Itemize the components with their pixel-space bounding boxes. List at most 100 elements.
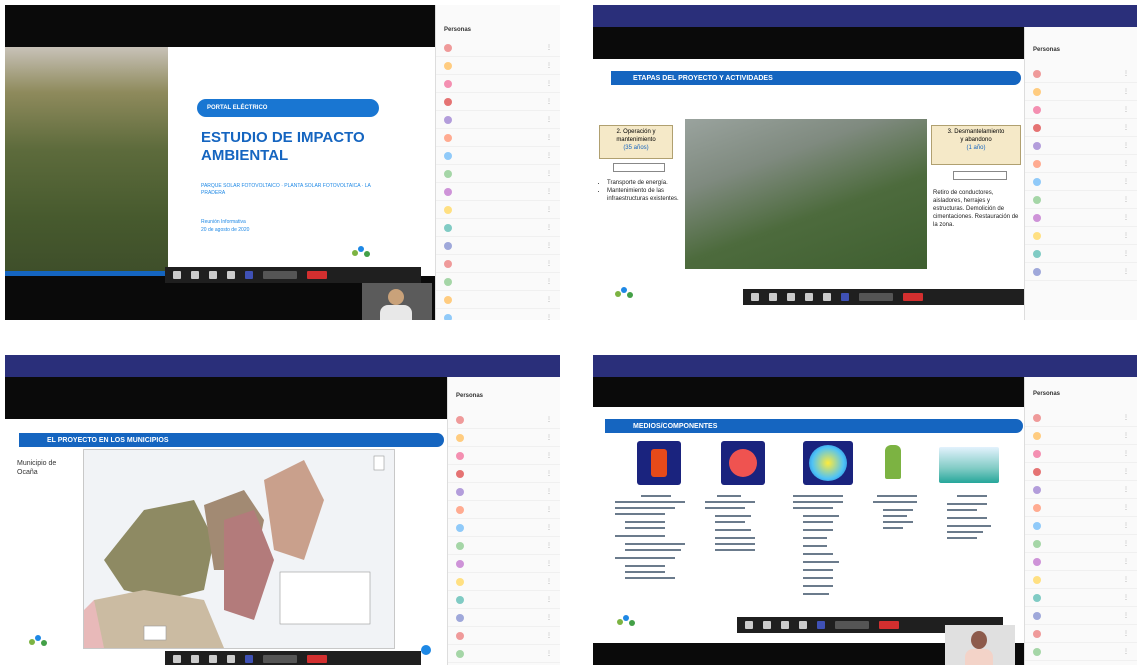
participant-row[interactable]: ⋮ — [1025, 209, 1137, 227]
participant-row[interactable]: ⋮ — [436, 111, 560, 129]
hang-up-button[interactable] — [307, 271, 327, 279]
more-options-icon[interactable]: ⋮ — [546, 650, 552, 657]
more-options-icon[interactable]: ⋮ — [1123, 414, 1129, 421]
more-options-icon[interactable]: ⋮ — [546, 470, 552, 477]
participant-row[interactable]: ⋮ — [448, 447, 560, 465]
more-options-icon[interactable]: ⋮ — [1123, 70, 1129, 77]
more-options-icon[interactable]: ⋮ — [546, 134, 552, 141]
hang-up-button[interactable] — [903, 293, 923, 301]
reactions-icon[interactable] — [805, 293, 813, 301]
hang-up-button[interactable] — [879, 621, 899, 629]
more-options-icon[interactable]: ⋮ — [1123, 522, 1129, 529]
more-options-icon[interactable]: ⋮ — [1123, 142, 1129, 149]
participant-row[interactable]: ⋮ — [436, 291, 560, 309]
participant-row[interactable]: ⋮ — [448, 465, 560, 483]
more-options-icon[interactable]: ⋮ — [546, 596, 552, 603]
participant-row[interactable]: ⋮ — [1025, 571, 1137, 589]
participant-row[interactable]: ⋮ — [436, 309, 560, 320]
participant-row[interactable]: ⋮ — [448, 609, 560, 627]
more-options-icon[interactable]: ⋮ — [1123, 540, 1129, 547]
more-options-icon[interactable]: ⋮ — [546, 98, 552, 105]
more-options-icon[interactable]: ⋮ — [1123, 504, 1129, 511]
more-options-icon[interactable]: ⋮ — [546, 170, 552, 177]
mic-icon[interactable] — [769, 293, 777, 301]
more-options-icon[interactable]: ⋮ — [1123, 88, 1129, 95]
participant-row[interactable]: ⋮ — [436, 75, 560, 93]
mic-icon[interactable] — [763, 621, 771, 629]
hang-up-button[interactable] — [307, 655, 327, 663]
participant-row[interactable]: ⋮ — [1025, 263, 1137, 281]
more-options-icon[interactable]: ⋮ — [546, 578, 552, 585]
leave-options-button[interactable] — [263, 655, 297, 663]
info-icon[interactable] — [421, 645, 431, 655]
participant-row[interactable]: ⋮ — [436, 129, 560, 147]
more-options-icon[interactable]: ⋮ — [546, 188, 552, 195]
more-options-icon[interactable]: ⋮ — [546, 80, 552, 87]
camera-icon[interactable] — [173, 271, 181, 279]
more-options-icon[interactable]: ⋮ — [546, 206, 552, 213]
mic-icon[interactable] — [191, 271, 199, 279]
more-options-icon[interactable]: ⋮ — [546, 452, 552, 459]
participant-row[interactable]: ⋮ — [1025, 553, 1137, 571]
participant-row[interactable]: ⋮ — [448, 591, 560, 609]
camera-icon[interactable] — [751, 293, 759, 301]
participant-row[interactable]: ⋮ — [448, 537, 560, 555]
leave-options-button[interactable] — [859, 293, 893, 301]
more-options-icon[interactable]: ⋮ — [546, 434, 552, 441]
participant-row[interactable]: ⋮ — [448, 519, 560, 537]
more-options-icon[interactable]: ⋮ — [546, 260, 552, 267]
more-icon[interactable] — [799, 621, 807, 629]
camera-icon[interactable] — [173, 655, 181, 663]
more-options-icon[interactable]: ⋮ — [546, 62, 552, 69]
more-options-icon[interactable]: ⋮ — [546, 524, 552, 531]
more-options-icon[interactable]: ⋮ — [1123, 178, 1129, 185]
participant-row[interactable]: ⋮ — [448, 645, 560, 663]
share-icon[interactable] — [787, 293, 795, 301]
more-options-icon[interactable]: ⋮ — [546, 560, 552, 567]
participant-row[interactable]: ⋮ — [1025, 427, 1137, 445]
more-icon[interactable] — [227, 655, 235, 663]
more-options-icon[interactable]: ⋮ — [1123, 486, 1129, 493]
more-options-icon[interactable]: ⋮ — [1123, 612, 1129, 619]
more-options-icon[interactable]: ⋮ — [1123, 432, 1129, 439]
more-options-icon[interactable]: ⋮ — [1123, 468, 1129, 475]
participant-row[interactable]: ⋮ — [448, 483, 560, 501]
more-options-icon[interactable]: ⋮ — [1123, 558, 1129, 565]
people-icon[interactable] — [817, 621, 825, 629]
participant-row[interactable]: ⋮ — [1025, 517, 1137, 535]
participant-row[interactable]: ⋮ — [436, 255, 560, 273]
more-options-icon[interactable]: ⋮ — [1123, 576, 1129, 583]
participant-row[interactable]: ⋮ — [1025, 191, 1137, 209]
more-options-icon[interactable]: ⋮ — [1123, 124, 1129, 131]
more-options-icon[interactable]: ⋮ — [546, 314, 552, 320]
participant-row[interactable]: ⋮ — [1025, 137, 1137, 155]
participant-row[interactable]: ⋮ — [1025, 101, 1137, 119]
more-options-icon[interactable]: ⋮ — [546, 44, 552, 51]
participant-row[interactable]: ⋮ — [1025, 409, 1137, 427]
participant-row[interactable]: ⋮ — [448, 555, 560, 573]
participant-row[interactable]: ⋮ — [1025, 227, 1137, 245]
share-icon[interactable] — [209, 655, 217, 663]
participant-row[interactable]: ⋮ — [1025, 481, 1137, 499]
camera-icon[interactable] — [745, 621, 753, 629]
more-options-icon[interactable]: ⋮ — [546, 416, 552, 423]
participant-row[interactable]: ⋮ — [436, 93, 560, 111]
people-icon[interactable] — [841, 293, 849, 301]
participant-row[interactable]: ⋮ — [1025, 173, 1137, 191]
participant-row[interactable]: ⋮ — [436, 183, 560, 201]
participant-row[interactable]: ⋮ — [436, 273, 560, 291]
participant-row[interactable]: ⋮ — [448, 411, 560, 429]
more-options-icon[interactable]: ⋮ — [546, 506, 552, 513]
more-options-icon[interactable]: ⋮ — [546, 614, 552, 621]
participant-row[interactable]: ⋮ — [1025, 445, 1137, 463]
more-options-icon[interactable]: ⋮ — [546, 488, 552, 495]
leave-options-button[interactable] — [835, 621, 869, 629]
participant-row[interactable]: ⋮ — [1025, 65, 1137, 83]
participant-row[interactable]: ⋮ — [1025, 625, 1137, 643]
participant-row[interactable]: ⋮ — [436, 165, 560, 183]
more-options-icon[interactable]: ⋮ — [1123, 106, 1129, 113]
more-options-icon[interactable]: ⋮ — [1123, 648, 1129, 655]
participant-row[interactable]: ⋮ — [1025, 607, 1137, 625]
participant-row[interactable]: ⋮ — [1025, 119, 1137, 137]
more-options-icon[interactable]: ⋮ — [546, 224, 552, 231]
